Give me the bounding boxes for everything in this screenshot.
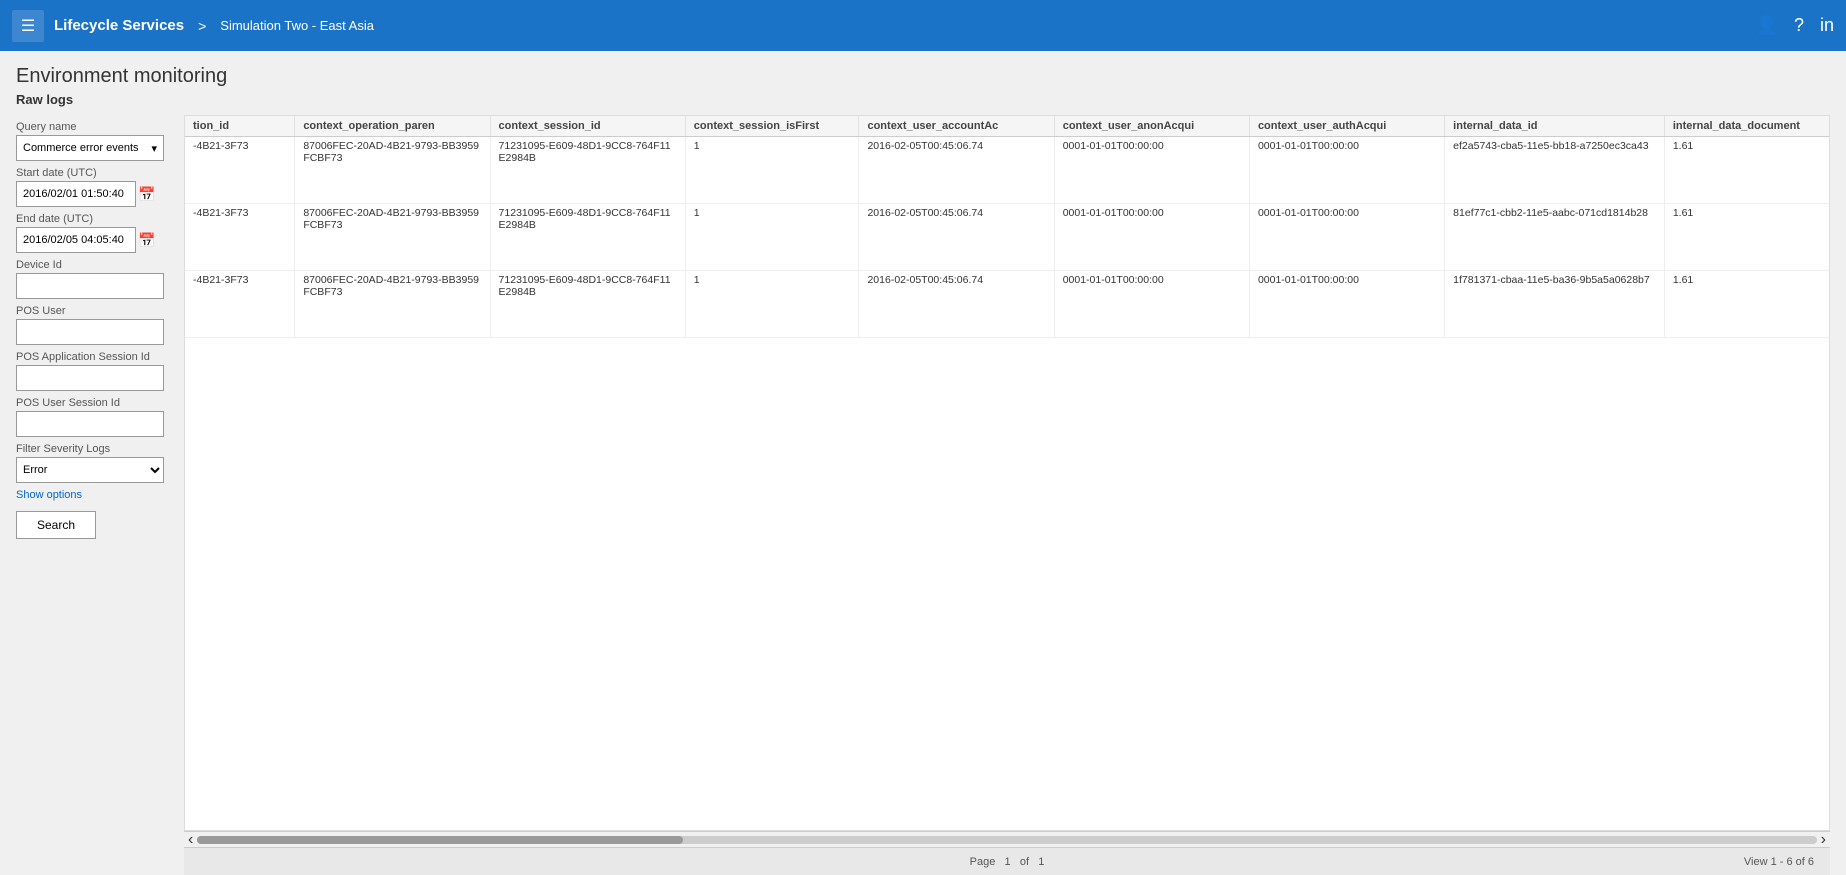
pos-user-session-label: POS User Session Id [16, 397, 176, 409]
footer-page-label: Page 1 of 1 [970, 856, 1045, 868]
cell-context_user_anonAcqui: 0001-01-01T00:00:00 [1054, 204, 1249, 271]
topnav-right-actions: 👤 ? in [1756, 15, 1834, 36]
col-header-sess-id: context_session_id [490, 116, 685, 137]
cell-context_user_anonAcqui: 0001-01-01T00:00:00 [1054, 137, 1249, 204]
cell-context_user_accountAc: 2016-02-05T00:45:06.74 [859, 271, 1054, 338]
cell-context_session_id: 71231095-E609-48D1-9CC8-764F11E2984B [490, 271, 685, 338]
cell-context_user_anonAcqui: 0001-01-01T00:00:00 [1054, 271, 1249, 338]
form-panel: Query name Commerce error events ▾ Start… [16, 115, 184, 875]
scroll-right-arrow[interactable]: › [1821, 831, 1826, 849]
cell-tion_id: -4B21-3F73 [185, 271, 295, 338]
device-id-label: Device Id [16, 259, 176, 271]
cell-context_session_id: 71231095-E609-48D1-9CC8-764F11E2984B [490, 137, 685, 204]
cell-context_session_isFirst: 1 [685, 271, 859, 338]
cell-context_operation_paren: 87006FEC-20AD-4B21-9793-BB3959FCBF73 [295, 204, 490, 271]
pos-user-session-input[interactable] [16, 411, 164, 437]
horizontal-scrollbar[interactable]: ‹ › [184, 831, 1830, 847]
cell-context_session_isFirst: 1 [685, 204, 859, 271]
cell-internal_data_id: 81ef77c1-cbb2-11e5-aabc-071cd1814b28 [1445, 204, 1665, 271]
cell-context_session_isFirst: 1 [685, 137, 859, 204]
col-header-sess-isfirst: context_session_isFirst [685, 116, 859, 137]
footer-view-count: View 1 - 6 of 6 [1744, 856, 1814, 868]
content-body: Query name Commerce error events ▾ Start… [16, 115, 1830, 875]
filter-severity-select[interactable]: Error Warning Info [16, 457, 164, 483]
hamburger-icon: ☰ [21, 16, 35, 36]
col-header-int-data-doc: internal_data_document [1664, 116, 1830, 137]
device-id-input[interactable] [16, 273, 164, 299]
cell-tion_id: -4B21-3F73 [185, 204, 295, 271]
cell-context_user_authAcqui: 0001-01-01T00:00:00 [1249, 137, 1444, 204]
table-panel: tion_id context_operation_paren context_… [184, 115, 1830, 875]
scroll-left-arrow[interactable]: ‹ [188, 831, 193, 849]
filter-severity-label: Filter Severity Logs [16, 443, 176, 455]
cell-internal_data_id: ef2a5743-cba5-11e5-bb18-a7250ec3ca43 [1445, 137, 1665, 204]
footer-bar: Page 1 of 1 View 1 - 6 of 6 [184, 847, 1830, 875]
main-container: Environment monitoring Raw logs Query na… [0, 51, 1846, 875]
brand-title: Lifecycle Services [54, 17, 184, 34]
breadcrumb-chevron: > [198, 18, 206, 34]
table-header-row: tion_id context_operation_paren context_… [185, 116, 1830, 137]
breadcrumb-text: Simulation Two - East Asia [220, 18, 374, 33]
settings-icon[interactable]: in [1820, 15, 1834, 36]
query-name-dropdown[interactable]: Commerce error events ▾ [16, 135, 164, 161]
search-button[interactable]: Search [16, 511, 96, 539]
cell-internal_data_document: 1.61 [1664, 137, 1830, 204]
cell-internal_data_document: 1.61 [1664, 204, 1830, 271]
data-table: tion_id context_operation_paren context_… [185, 116, 1830, 338]
query-name-value: Commerce error events [23, 142, 139, 154]
cell-context_operation_paren: 87006FEC-20AD-4B21-9793-BB3959FCBF73 [295, 137, 490, 204]
col-header-op-paren: context_operation_paren [295, 116, 490, 137]
start-date-calendar-icon[interactable]: 📅 [138, 186, 155, 203]
section-title: Raw logs [16, 92, 1830, 107]
dropdown-arrow-icon: ▾ [151, 142, 157, 155]
show-options-link[interactable]: Show options [16, 489, 176, 501]
pos-app-session-label: POS Application Session Id [16, 351, 176, 363]
end-date-calendar-icon[interactable]: 📅 [138, 232, 155, 249]
table-container[interactable]: tion_id context_operation_paren context_… [184, 115, 1830, 831]
table-body: -4B21-3F7387006FEC-20AD-4B21-9793-BB3959… [185, 137, 1830, 338]
top-navigation: ☰ Lifecycle Services > Simulation Two - … [0, 0, 1846, 51]
col-header-user-auth: context_user_authAcqui [1249, 116, 1444, 137]
pos-user-label: POS User [16, 305, 176, 317]
hamburger-menu-button[interactable]: ☰ [12, 10, 44, 42]
table-row: -4B21-3F7387006FEC-20AD-4B21-9793-BB3959… [185, 204, 1830, 271]
table-row: -4B21-3F7387006FEC-20AD-4B21-9793-BB3959… [185, 271, 1830, 338]
cell-internal_data_id: 1f781371-cbaa-11e5-ba36-9b5a5a0628b7 [1445, 271, 1665, 338]
query-name-label: Query name [16, 121, 176, 133]
start-date-label: Start date (UTC) [16, 167, 176, 179]
start-date-input[interactable] [16, 181, 136, 207]
table-row: -4B21-3F7387006FEC-20AD-4B21-9793-BB3959… [185, 137, 1830, 204]
cell-context_session_id: 71231095-E609-48D1-9CC8-764F11E2984B [490, 204, 685, 271]
cell-context_user_authAcqui: 0001-01-01T00:00:00 [1249, 204, 1444, 271]
cell-context_user_accountAc: 2016-02-05T00:45:06.74 [859, 137, 1054, 204]
cell-context_user_authAcqui: 0001-01-01T00:00:00 [1249, 271, 1444, 338]
col-header-user-acct: context_user_accountAc [859, 116, 1054, 137]
pos-app-session-input[interactable] [16, 365, 164, 391]
col-header-user-anon: context_user_anonAcqui [1054, 116, 1249, 137]
page-title: Environment monitoring [16, 65, 1830, 88]
end-date-input[interactable] [16, 227, 136, 253]
cell-internal_data_document: 1.61 [1664, 271, 1830, 338]
pos-user-input[interactable] [16, 319, 164, 345]
help-icon[interactable]: ? [1794, 15, 1804, 36]
user-icon[interactable]: 👤 [1756, 15, 1778, 36]
cell-context_operation_paren: 87006FEC-20AD-4B21-9793-BB3959FCBF73 [295, 271, 490, 338]
end-date-label: End date (UTC) [16, 213, 176, 225]
cell-context_user_accountAc: 2016-02-05T00:45:06.74 [859, 204, 1054, 271]
col-header-int-data-id: internal_data_id [1445, 116, 1665, 137]
cell-tion_id: -4B21-3F73 [185, 137, 295, 204]
right-content: Environment monitoring Raw logs Query na… [0, 51, 1846, 875]
col-header-tion-id: tion_id [185, 116, 295, 137]
